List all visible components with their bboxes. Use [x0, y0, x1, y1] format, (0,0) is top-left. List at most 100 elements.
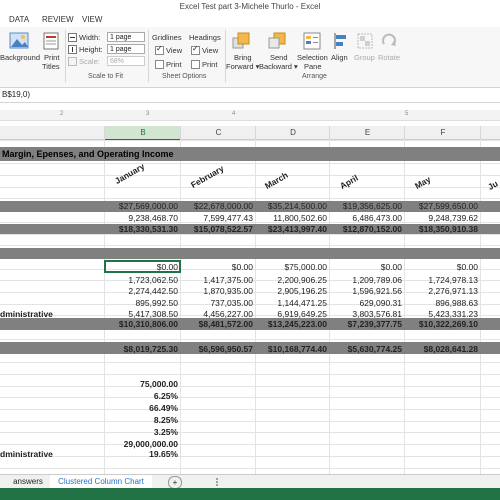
band-expenses-header	[0, 248, 500, 259]
table-cell[interactable]: 9,238,468.70	[128, 213, 178, 223]
tab-scroll-handle-icon[interactable]	[215, 478, 219, 486]
table-cell[interactable]: $13,245,223.00	[268, 319, 327, 329]
table-cell[interactable]: $10,168,774.40	[268, 344, 327, 354]
table-cell[interactable]: 9,248,739.62	[428, 213, 478, 223]
align-button[interactable]	[333, 32, 349, 50]
gridlines-view-checkbox[interactable]	[155, 44, 164, 55]
table-cell[interactable]: $8,028,641.28	[424, 344, 478, 354]
assumption-value[interactable]: 6.25%	[154, 391, 178, 401]
table-cell[interactable]: $12,870,152.00	[343, 224, 402, 234]
print-titles-button[interactable]	[42, 32, 60, 50]
table-cell[interactable]: $19,356,625.00	[343, 201, 402, 211]
table-cell[interactable]: $15,078,522.57	[194, 224, 253, 234]
scale-input[interactable]: 68%	[107, 56, 145, 66]
table-cell[interactable]: 11,800,502.60	[273, 213, 327, 223]
column-header-g[interactable]	[480, 126, 500, 139]
column-header-d[interactable]: D	[255, 126, 330, 139]
send-backward-button[interactable]	[268, 32, 286, 50]
sheet-tab-answers[interactable]: answers	[8, 475, 48, 488]
table-cell[interactable]: $27,599,650.00	[419, 201, 478, 211]
table-cell[interactable]: 1,870,935.00	[203, 286, 253, 296]
table-cell[interactable]: 5,417,308.50	[128, 309, 178, 319]
assumption-value[interactable]: 75,000.00	[140, 379, 178, 389]
table-cell[interactable]: $6,596,950.57	[199, 344, 253, 354]
rotate-button[interactable]	[381, 32, 397, 50]
table-cell[interactable]: $22,678,000.00	[194, 201, 253, 211]
table-cell[interactable]: $0.00	[232, 262, 253, 272]
arrange-group-label: Arrange	[302, 73, 327, 80]
background-icon	[9, 32, 29, 49]
assumption-value[interactable]: 19.65%	[149, 449, 178, 459]
table-cell[interactable]: 737,035.00	[210, 298, 253, 308]
table-cell[interactable]: 1,144,471.25	[277, 298, 327, 308]
table-cell[interactable]: $5,630,774.25	[348, 344, 402, 354]
table-cell[interactable]: $0.00	[381, 262, 402, 272]
column-header-b[interactable]: B	[104, 126, 181, 141]
column-header-e[interactable]: E	[329, 126, 405, 139]
column-header-c[interactable]: C	[180, 126, 256, 139]
height-select[interactable]: 1 page	[107, 44, 145, 54]
table-cell[interactable]: 629,090.31	[359, 298, 402, 308]
align-label: Align	[331, 53, 348, 62]
background-button[interactable]	[8, 32, 30, 50]
table-cell[interactable]: $23,413,997.40	[268, 224, 327, 234]
align-icon	[334, 33, 346, 49]
table-cell[interactable]: 1,596,921.56	[352, 286, 402, 296]
group-icon	[357, 33, 373, 49]
headings-label: Headings	[189, 33, 221, 42]
formula-bar[interactable]: B$19,0)	[0, 88, 500, 103]
table-cell[interactable]: $18,350,910.38	[419, 224, 478, 234]
assumption-value[interactable]: 66.49%	[149, 403, 178, 413]
tab-data[interactable]: DATA	[9, 15, 29, 24]
assumption-value[interactable]: 3.25%	[154, 427, 178, 437]
assumption-label[interactable]: dministrative	[0, 449, 53, 459]
selection-pane-label-2: Pane	[304, 62, 322, 71]
table-cell[interactable]: $0.00	[157, 262, 178, 272]
table-cell[interactable]: $8,481,572.00	[199, 319, 253, 329]
background-label: Background	[0, 53, 41, 62]
selection-pane-label-1: Selection	[297, 53, 328, 62]
table-cell[interactable]: $10,310,806.00	[119, 319, 178, 329]
table-cell[interactable]: $27,569,000.00	[119, 201, 178, 211]
assumption-value[interactable]: 29,000,000.00	[124, 439, 178, 449]
group-button[interactable]	[357, 32, 373, 50]
table-cell[interactable]: 5,423,331.23	[428, 309, 478, 319]
table-cell[interactable]: 2,905,196.25	[277, 286, 327, 296]
tab-view[interactable]: VIEW	[82, 15, 102, 24]
ruler-mark: 5	[405, 111, 409, 117]
headings-print-checkbox[interactable]	[191, 60, 200, 69]
table-cell[interactable]: 1,723,062.50	[128, 275, 178, 285]
table-cell[interactable]: 896,988.63	[435, 298, 478, 308]
table-cell[interactable]: 2,276,971.13	[428, 286, 478, 296]
send-backward-label-1: Send	[270, 53, 288, 62]
table-cell[interactable]: $18,330,531.30	[119, 224, 178, 234]
bring-forward-button[interactable]	[232, 32, 250, 50]
table-cell[interactable]: 2,274,442.50	[128, 286, 178, 296]
table-cell[interactable]: 6,486,473.00	[352, 213, 402, 223]
table-cell[interactable]: 1,209,789.06	[352, 275, 402, 285]
gridlines-view-label: View	[166, 46, 183, 55]
table-cell[interactable]: 4,456,227.00	[203, 309, 253, 319]
table-cell[interactable]: $0.00	[457, 262, 478, 272]
assumption-value[interactable]: 8.25%	[154, 415, 178, 425]
table-cell[interactable]: 3,803,576.81	[352, 309, 402, 319]
table-cell[interactable]: 895,992.50	[135, 298, 178, 308]
row-label[interactable]: dministrative	[0, 309, 53, 319]
tab-review[interactable]: REVIEW	[42, 15, 74, 24]
headings-view-checkbox[interactable]	[191, 44, 200, 55]
table-cell[interactable]: $8,019,725.30	[124, 344, 178, 354]
width-select[interactable]: 1 page	[107, 32, 145, 42]
table-cell[interactable]: 2,200,906.25	[277, 275, 327, 285]
selection-pane-button[interactable]	[303, 32, 321, 50]
gridlines-print-checkbox[interactable]	[155, 60, 164, 69]
table-cell[interactable]: $35,214,500.00	[268, 201, 327, 211]
table-cell[interactable]: $10,322,269.10	[419, 319, 478, 329]
scale-label: Scale:	[79, 57, 100, 66]
table-cell[interactable]: 7,599,477.43	[203, 213, 253, 223]
table-cell[interactable]: 6,919,649.25	[277, 309, 327, 319]
table-cell[interactable]: $75,000.00	[284, 262, 327, 272]
table-cell[interactable]: 1,724,978.13	[428, 275, 478, 285]
table-cell[interactable]: $7,239,377.75	[348, 319, 402, 329]
table-cell[interactable]: 1,417,375.00	[203, 275, 253, 285]
column-header-f[interactable]: F	[404, 126, 481, 139]
